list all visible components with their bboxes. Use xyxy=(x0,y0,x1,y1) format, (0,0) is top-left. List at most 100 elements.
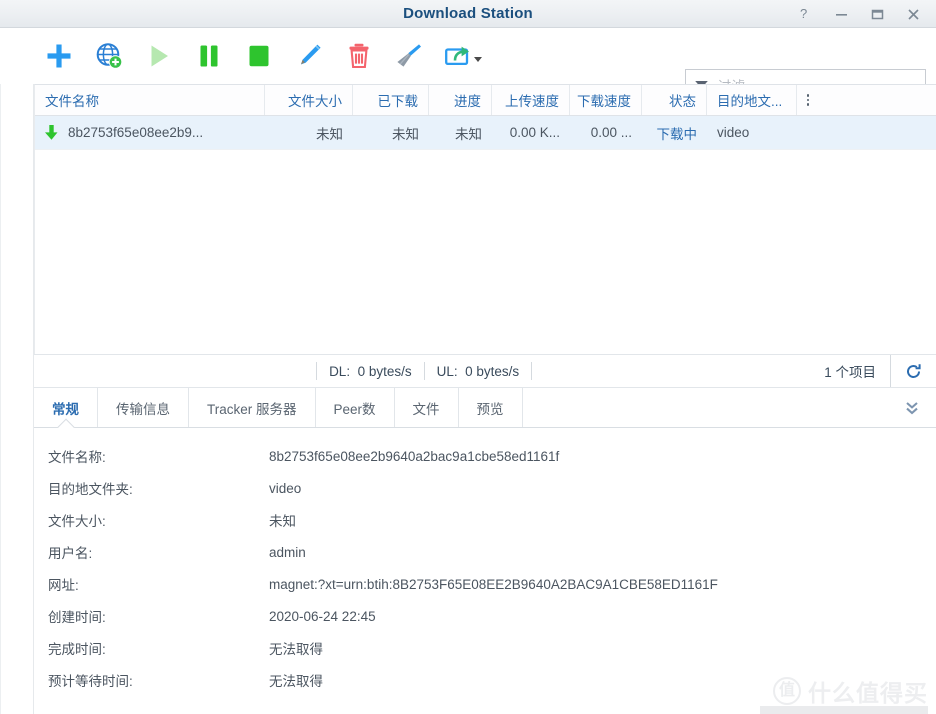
speed-group: DL: 0 bytes/s UL: 0 bytes/s xyxy=(34,355,533,387)
pause-icon xyxy=(200,45,218,67)
share-dropdown-caret[interactable] xyxy=(473,57,482,62)
column-header-downloaded[interactable]: 已下载 xyxy=(353,85,429,115)
cell-filesize: 未知 xyxy=(316,126,343,142)
column-label: 上传速度 xyxy=(505,94,559,109)
add-url-button[interactable] xyxy=(84,33,134,79)
tab-label: 常规 xyxy=(52,401,79,417)
globe-add-icon xyxy=(96,43,123,69)
trash-icon xyxy=(349,43,369,69)
cell-downspeed: 0.00 ... xyxy=(590,125,632,140)
detail-created-time: 2020-06-24 22:45 xyxy=(269,608,376,624)
detail-row: 预计等待时间: 无法取得 xyxy=(34,664,936,688)
detail-label: 网址: xyxy=(48,578,79,593)
clear-completed-button[interactable] xyxy=(384,33,434,79)
detail-label: 完成时间: xyxy=(48,642,106,657)
detail-label: 用户名: xyxy=(48,546,93,561)
column-header-progress[interactable]: 进度 xyxy=(429,85,492,115)
cell-status: 下载中 xyxy=(656,126,698,142)
column-options-button[interactable] xyxy=(797,85,819,115)
cell-downloaded: 未知 xyxy=(392,126,419,142)
tab-general[interactable]: 常规 xyxy=(34,388,98,427)
dl-label: DL: xyxy=(329,363,351,379)
share-button[interactable] xyxy=(434,33,490,79)
tab-label: Tracker 服务器 xyxy=(207,401,297,417)
double-chevron-down-icon xyxy=(906,401,918,414)
detail-row: 网址: magnet:?xt=urn:btih:8B2753F65E08EE2B… xyxy=(34,568,936,600)
refresh-icon xyxy=(907,363,921,378)
ul-value: 0 bytes/s xyxy=(465,363,520,379)
help-button[interactable]: ? xyxy=(788,1,822,27)
cell-progress: 未知 xyxy=(455,126,482,142)
plus-icon xyxy=(47,44,71,68)
tab-peers[interactable]: Peer数 xyxy=(316,388,395,427)
column-label: 文件大小 xyxy=(288,94,342,109)
more-vertical-icon xyxy=(806,94,810,106)
column-header-filesize[interactable]: 文件大小 xyxy=(265,85,353,115)
detail-row: 完成时间: 无法取得 xyxy=(34,632,936,664)
collapse-panel-button[interactable] xyxy=(888,388,936,427)
pencil-icon xyxy=(301,44,321,65)
column-label: 目的地文... xyxy=(717,94,783,109)
detail-row: 创建时间: 2020-06-24 22:45 xyxy=(34,600,936,632)
column-label: 文件名称 xyxy=(45,94,99,109)
refresh-button[interactable] xyxy=(890,355,936,387)
window-controls: ? xyxy=(788,0,930,28)
column-header-downspeed[interactable]: 下载速度 xyxy=(570,85,642,115)
tab-preview[interactable]: 预览 xyxy=(459,388,523,427)
tab-label: 预览 xyxy=(476,401,504,417)
minimize-button[interactable] xyxy=(824,1,858,27)
watermark-bar xyxy=(760,706,928,714)
column-header-upspeed[interactable]: 上传速度 xyxy=(492,85,570,115)
detail-eta: 无法取得 xyxy=(269,674,323,688)
pause-button[interactable] xyxy=(184,33,234,79)
detail-panel: 文件名称: 8b2753f65e08ee2b9640a2bac9a1cbe58e… xyxy=(34,428,936,688)
column-label: 进度 xyxy=(454,94,481,109)
toolbar-buttons xyxy=(34,33,490,79)
tab-tracker-server[interactable]: Tracker 服务器 xyxy=(189,388,316,427)
stop-button[interactable] xyxy=(234,33,284,79)
edit-button[interactable] xyxy=(284,33,334,79)
stop-icon xyxy=(249,45,269,67)
column-header-filename[interactable]: 文件名称 xyxy=(35,85,265,115)
detail-label: 目的地文件夹: xyxy=(48,482,133,497)
tab-label: 传输信息 xyxy=(116,401,170,417)
download-arrow-icon xyxy=(45,125,58,140)
detail-row: 目的地文件夹: video xyxy=(34,472,936,504)
detail-label: 文件名称: xyxy=(48,450,106,465)
detail-filesize: 未知 xyxy=(269,514,296,529)
maximize-button[interactable] xyxy=(860,1,894,27)
detail-label: 文件大小: xyxy=(48,514,106,529)
tab-files[interactable]: 文件 xyxy=(395,388,459,427)
detail-filename: 8b2753f65e08ee2b9640a2bac9a1cbe58ed1161f xyxy=(269,448,560,464)
start-button[interactable] xyxy=(134,33,184,79)
share-export-icon xyxy=(444,46,469,66)
column-label: 已下载 xyxy=(377,94,419,109)
delete-button[interactable] xyxy=(334,33,384,79)
table-row[interactable]: 8b2753f65e08ee2b9... 未知 未知 未知 0.00 K... … xyxy=(35,116,936,150)
tab-label: Peer数 xyxy=(333,401,376,417)
detail-row: 文件大小: 未知 xyxy=(34,504,936,536)
add-task-button[interactable] xyxy=(34,33,84,79)
table-body: 8b2753f65e08ee2b9... 未知 未知 未知 0.00 K... … xyxy=(35,116,936,354)
detail-row: 文件名称: 8b2753f65e08ee2b9640a2bac9a1cbe58e… xyxy=(34,440,936,472)
column-header-status[interactable]: 状态 xyxy=(642,85,707,115)
detail-tabs: 常规 传输信息 Tracker 服务器 Peer数 文件 预览 xyxy=(34,388,936,428)
ul-label: UL: xyxy=(436,363,458,379)
title-bar: Download Station ? xyxy=(0,0,936,28)
toolbar xyxy=(0,28,936,103)
tab-label: 文件 xyxy=(412,401,440,417)
cell-filename: 8b2753f65e08ee2b9... xyxy=(35,116,265,149)
table-header-row: 文件名称 文件大小 已下载 进度 上传速度 下载速度 状态 目的地文... xyxy=(35,85,936,116)
detail-completed-time: 无法取得 xyxy=(269,642,323,657)
broom-icon xyxy=(397,44,421,67)
close-button[interactable] xyxy=(896,1,930,27)
task-table: 文件名称 文件大小 已下载 进度 上传速度 下载速度 状态 目的地文... 8b… xyxy=(34,84,936,354)
play-icon xyxy=(151,45,168,67)
upload-speed-indicator: UL: 0 bytes/s xyxy=(423,362,533,380)
column-header-destination[interactable]: 目的地文... xyxy=(707,85,797,115)
download-speed-indicator: DL: 0 bytes/s xyxy=(316,362,424,380)
detail-url: magnet:?xt=urn:btih:8B2753F65E08EE2B9640… xyxy=(269,576,718,592)
cell-upspeed: 0.00 K... xyxy=(509,125,560,140)
detail-label: 预计等待时间: xyxy=(48,674,133,688)
tab-transfer-info[interactable]: 传输信息 xyxy=(98,388,189,427)
